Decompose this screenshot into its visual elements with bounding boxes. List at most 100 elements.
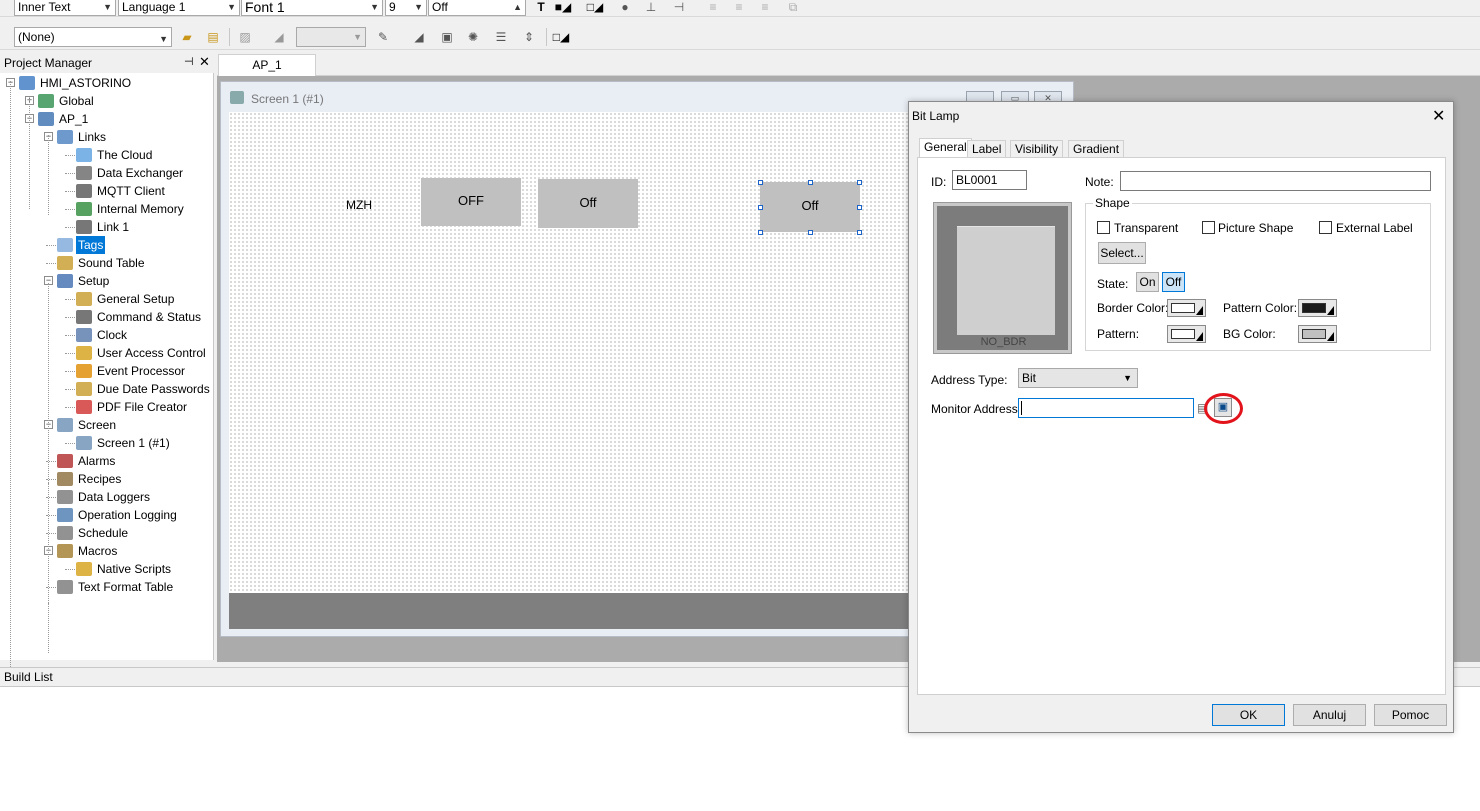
selection-handle[interactable]	[857, 205, 862, 210]
fill-color-icon[interactable]: ■◢	[554, 0, 572, 16]
border-style-icon[interactable]: □◢	[552, 29, 570, 46]
ok-button[interactable]: OK	[1212, 704, 1285, 726]
state-text-input[interactable]: Off ▲	[428, 0, 526, 16]
selection-handle[interactable]	[808, 180, 813, 185]
dropdown-arrow-icon	[1196, 332, 1203, 341]
style-select[interactable]: (None) ▼	[14, 27, 172, 47]
select-shape-button[interactable]: Select...	[1098, 242, 1146, 264]
align-icon[interactable]: ⊥	[642, 0, 660, 16]
note-field[interactable]	[1120, 171, 1431, 191]
gear-shape-icon[interactable]: ✺	[464, 29, 482, 46]
selection-handle[interactable]	[758, 205, 763, 210]
align-right-icon[interactable]: ≡	[756, 0, 774, 16]
tab-general[interactable]: General	[919, 138, 972, 159]
help-button[interactable]: Pomoc	[1374, 704, 1447, 726]
selection-handle[interactable]	[758, 230, 763, 235]
link-icon	[76, 220, 92, 234]
copy-format-icon[interactable]: ⧉	[784, 0, 802, 16]
tree-connector	[65, 335, 75, 336]
canvas-bit-lamp-selected[interactable]: Off	[760, 182, 860, 232]
pattern-color-picker[interactable]	[1298, 299, 1337, 317]
command-icon	[76, 310, 92, 324]
general-tab-page: ID: BL0001 Note: NO_BDR Shape Transparen…	[917, 157, 1446, 695]
picture-dropdown-icon[interactable]: ◢	[270, 29, 288, 46]
tree-item-label: Setup	[78, 274, 110, 288]
pattern-picker[interactable]	[1167, 325, 1206, 343]
library-icon[interactable]: ▤	[204, 29, 222, 46]
transparent-checkbox[interactable]	[1097, 221, 1110, 234]
selection-handle[interactable]	[808, 230, 813, 235]
resize-icon[interactable]: ⇕	[520, 29, 538, 46]
font-size-value: 9	[389, 0, 396, 14]
external-label-label: External Label	[1336, 221, 1413, 235]
data-exchanger-icon	[76, 166, 92, 180]
state-on-button[interactable]: On	[1136, 272, 1159, 292]
tree-connector	[65, 389, 75, 390]
align-left-icon[interactable]: ≡	[704, 0, 722, 16]
state-off-button[interactable]: Off	[1162, 272, 1185, 292]
id-field[interactable]: BL0001	[952, 170, 1027, 190]
tab-ap-1[interactable]: AP_1	[218, 54, 316, 76]
text-cursor	[1021, 401, 1022, 415]
font-size-select[interactable]: 9 ▼	[385, 0, 427, 16]
wrench-dropdown-icon[interactable]: ◢	[410, 29, 428, 46]
selection-handle[interactable]	[857, 230, 862, 235]
external-label-checkbox[interactable]	[1319, 221, 1332, 234]
stack-icon[interactable]: ☰	[492, 29, 510, 46]
tree-item-label: Screen	[78, 418, 117, 432]
shape-icon[interactable]: ●	[616, 0, 634, 16]
address-type-select[interactable]: Bit ▼	[1018, 368, 1138, 388]
close-icon[interactable]: ✕	[1432, 106, 1445, 126]
open-folder-icon[interactable]: ▰	[178, 29, 196, 46]
id-label: ID:	[931, 175, 947, 189]
scripts-icon	[76, 562, 92, 576]
close-icon[interactable]: ✕	[199, 54, 210, 70]
text-mode-select[interactable]: Inner Text ▼	[14, 0, 116, 16]
text-bold-icon[interactable]: T	[532, 0, 550, 16]
build-list-title: Build List	[4, 670, 53, 684]
distribute-icon[interactable]: ⊣	[670, 0, 688, 16]
selection-handle[interactable]	[758, 180, 763, 185]
chevron-down-icon: ▼	[1123, 373, 1132, 383]
disabled-select[interactable]: ▼	[296, 27, 366, 47]
dropdown-arrow-icon	[1327, 332, 1334, 341]
tab-visibility[interactable]: Visibility	[1010, 140, 1064, 158]
tree-item-label: Clock	[97, 328, 128, 342]
language-value: Language 1	[122, 0, 186, 14]
pin-icon[interactable]: ⊣	[184, 55, 194, 68]
selection-handle[interactable]	[857, 180, 862, 185]
font-select[interactable]: Font 1 ▼	[241, 0, 383, 16]
tree-connector	[65, 443, 75, 444]
border-color-icon[interactable]: □◢	[586, 0, 604, 16]
canvas-toggle-button-2[interactable]: Off	[538, 179, 638, 228]
monitor-address-input[interactable]	[1018, 398, 1194, 418]
canvas-toggle-button[interactable]: OFF	[421, 178, 521, 226]
tab-gradient[interactable]: Gradient	[1068, 140, 1125, 158]
tree-item-label: HMI_ASTORINO	[40, 76, 132, 90]
global-icon	[38, 94, 54, 108]
wrench-icon[interactable]: ✎	[374, 29, 392, 46]
picture-icon[interactable]: ▨	[236, 29, 254, 46]
border-color-picker[interactable]	[1167, 299, 1206, 317]
tab-label[interactable]: Label	[967, 140, 1007, 158]
tree-item-label: Schedule	[78, 526, 129, 540]
project-manager-header: Project Manager ⊣ ✕	[0, 54, 214, 72]
picture-shape-checkbox[interactable]	[1202, 221, 1215, 234]
address-type-value: Bit	[1022, 371, 1037, 385]
pattern-color-label: Pattern Color:	[1223, 301, 1298, 315]
sound-icon	[57, 256, 73, 270]
memory-icon	[76, 202, 92, 216]
cancel-button[interactable]: Anuluj	[1293, 704, 1366, 726]
frame-icon[interactable]: ▣	[438, 29, 456, 46]
bg-color-picker[interactable]	[1298, 325, 1337, 343]
pdf-icon	[76, 400, 92, 414]
align-center-icon[interactable]: ≡	[730, 0, 748, 16]
language-select[interactable]: Language 1 ▼	[118, 0, 240, 16]
tree-item-label: User Access Control	[97, 346, 206, 360]
tree-item-label: Data Loggers	[78, 490, 151, 504]
shape-group-title: Shape	[1093, 196, 1132, 210]
tree-item-label: Screen 1 (#1)	[97, 436, 170, 450]
chevron-down-icon: ▼	[414, 2, 423, 12]
tree-item-label: Recipes	[78, 472, 122, 486]
canvas-label-mzh[interactable]: MZH	[346, 198, 372, 212]
